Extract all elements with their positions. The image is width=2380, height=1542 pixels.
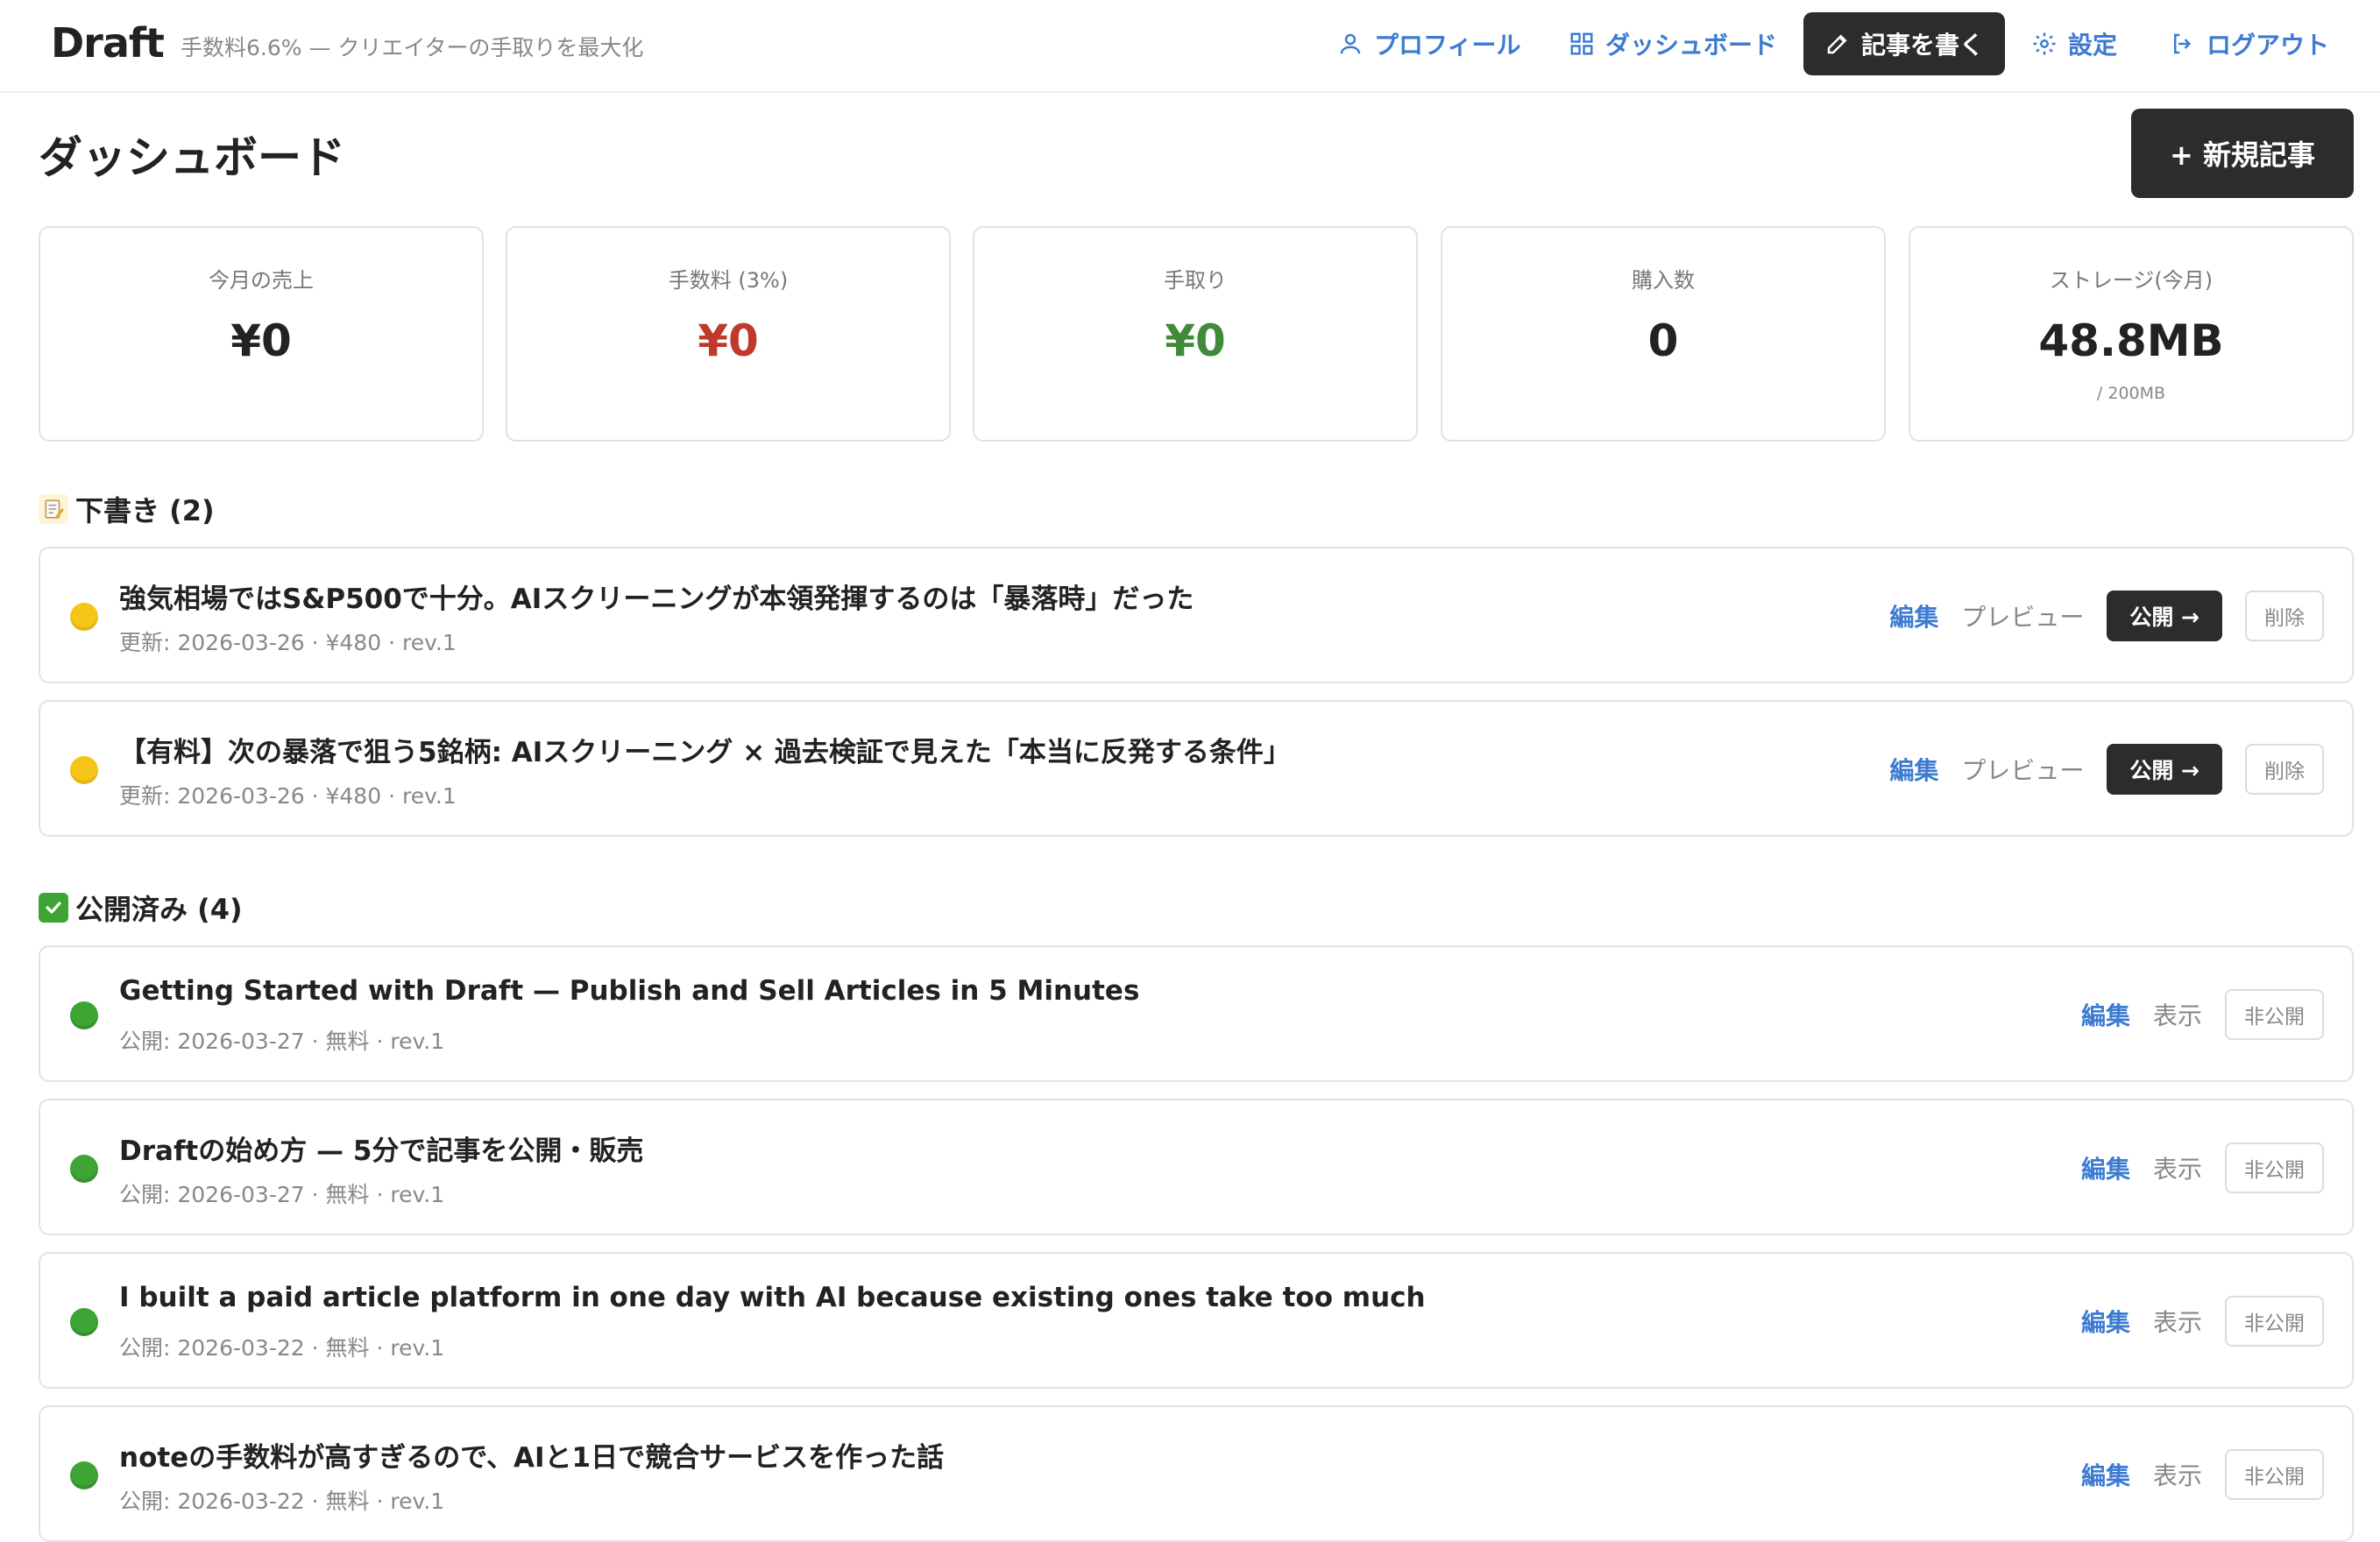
nav-logout-link[interactable]: ログアウト <box>2170 12 2329 75</box>
view-link[interactable]: 表示 <box>2153 1457 2202 1492</box>
stat-value: ¥0 <box>698 315 759 366</box>
delete-button[interactable]: 削除 <box>2245 744 2324 795</box>
published-meta: 公開: 2026-03-22 · 無料 · rev.1 <box>119 1335 445 1361</box>
stat-sub: / 200MB <box>2096 384 2166 403</box>
draft-title[interactable]: 【有料】次の暴落で狙う5銘柄: AIスクリーニング × 過去検証で見えた「本当に… <box>119 730 1291 769</box>
stats-cards: 今月の売上 ¥0 手数料 (3%) ¥0 手取り ¥0 購入数 0 ストレージ(… <box>39 226 2354 442</box>
edit-link[interactable]: 編集 <box>1889 598 1938 633</box>
draft-actions: 編集 プレビュー 公開 → 削除 <box>1889 744 2324 795</box>
draft-meta: 更新: 2026-03-26 · ¥480 · rev.1 <box>119 783 457 809</box>
stat-card-sales: 今月の売上 ¥0 <box>39 226 484 442</box>
edit-link[interactable]: 編集 <box>2081 997 2130 1032</box>
published-actions: 編集 表示 非公開 <box>2081 989 2324 1040</box>
published-title[interactable]: Draftの始め方 — 5分で記事を公開・販売 <box>119 1128 643 1168</box>
draft-meta: 更新: 2026-03-26 · ¥480 · rev.1 <box>119 630 457 655</box>
nav-logout-label: ログアウト <box>2206 31 2330 60</box>
edit-link[interactable]: 編集 <box>1889 752 1938 787</box>
logout-icon <box>2174 33 2192 54</box>
published-title[interactable]: I built a paid article platform in one d… <box>119 1282 1426 1313</box>
published-row: I built a paid article platform in one d… <box>39 1252 2354 1389</box>
stat-label: 購入数 <box>1632 268 1695 293</box>
pencil-icon <box>1827 34 1847 54</box>
published-actions: 編集 表示 非公開 <box>2081 1296 2324 1347</box>
stat-label: 手取り <box>1164 268 1227 293</box>
stat-value: 0 <box>1647 315 1679 366</box>
edit-link[interactable]: 編集 <box>2081 1457 2130 1492</box>
top-navigation-bar: Draft 手数料6.6% — クリエイターの手取りを最大化 プロフィール ダッ… <box>0 0 2380 93</box>
published-actions: 編集 表示 非公開 <box>2081 1142 2324 1193</box>
unpublish-button[interactable]: 非公開 <box>2225 1142 2324 1193</box>
publish-button[interactable]: 公開 → <box>2107 591 2222 641</box>
stat-card-fee: 手数料 (3%) ¥0 <box>506 226 951 442</box>
preview-link[interactable]: プレビュー <box>1961 598 2084 633</box>
check-mark-icon <box>39 893 68 923</box>
stat-label: 今月の売上 <box>209 268 314 293</box>
published-meta: 公開: 2026-03-22 · 無料 · rev.1 <box>119 1489 445 1514</box>
stat-card-net: 手取り ¥0 <box>973 226 1418 442</box>
nav-settings-label: 設定 <box>2068 31 2118 60</box>
published-row: noteの手数料が高すぎるので、AIと1日で競合サービスを作った話 公開: 20… <box>39 1405 2354 1542</box>
stat-value: ¥0 <box>1165 315 1226 366</box>
published-row: Getting Started with Draft — Publish and… <box>39 945 2354 1082</box>
edit-link[interactable]: 編集 <box>2081 1150 2130 1185</box>
stat-label: ストレージ(今月) <box>2049 268 2214 293</box>
stat-card-storage: ストレージ(今月) 48.8MB / 200MB <box>1909 226 2354 442</box>
published-meta: 公開: 2026-03-27 · 無料 · rev.1 <box>119 1182 445 1207</box>
new-article-button[interactable]: + 新規記事 <box>2131 109 2354 198</box>
published-title[interactable]: Getting Started with Draft — Publish and… <box>119 975 1139 1007</box>
delete-button[interactable]: 削除 <box>2245 591 2324 641</box>
nav-dashboard-label: ダッシュボード <box>1605 31 1778 60</box>
view-link[interactable]: 表示 <box>2153 1150 2202 1185</box>
stat-card-purchases: 購入数 0 <box>1441 226 1886 442</box>
published-row: Draftの始め方 — 5分で記事を公開・販売 公開: 2026-03-27 ·… <box>39 1099 2354 1235</box>
published-status-dot <box>70 1001 98 1029</box>
grid-icon <box>1570 32 1593 55</box>
nav-dashboard-link[interactable]: ダッシュボード <box>1569 12 1777 75</box>
nav-write-button[interactable]: 記事を書く <box>1803 12 2006 75</box>
nav-profile-label: プロフィール <box>1374 31 1521 60</box>
gear-icon <box>2033 32 2056 55</box>
view-link[interactable]: 表示 <box>2153 1304 2202 1339</box>
published-status-dot <box>70 1461 98 1489</box>
nav-profile-link[interactable]: プロフィール <box>1337 12 1520 75</box>
draft-status-dot <box>70 603 98 631</box>
drafts-section-label: 下書き (2) <box>75 494 215 527</box>
user-icon <box>1340 33 1361 54</box>
page-title: ダッシュボード <box>39 132 345 183</box>
memo-icon <box>39 494 68 524</box>
drafts-section-title: 下書き (2) <box>39 489 215 529</box>
stat-value: ¥0 <box>230 315 292 366</box>
draft-title[interactable]: 強気相場ではS&P500で十分。AIスクリーニングが本領発揮するのは「暴落時」だ… <box>119 576 1194 616</box>
preview-link[interactable]: プレビュー <box>1961 752 2084 787</box>
nav-write-label: 記事を書く <box>1861 31 1985 60</box>
published-section-title: 公開済み (4) <box>39 888 243 928</box>
view-link[interactable]: 表示 <box>2153 997 2202 1032</box>
unpublish-button[interactable]: 非公開 <box>2225 1449 2324 1500</box>
draft-status-dot <box>70 756 98 784</box>
draft-actions: 編集 プレビュー 公開 → 削除 <box>1889 591 2324 641</box>
unpublish-button[interactable]: 非公開 <box>2225 989 2324 1040</box>
unpublish-button[interactable]: 非公開 <box>2225 1296 2324 1347</box>
stat-label: 手数料 (3%) <box>668 268 789 293</box>
published-section-label: 公開済み (4) <box>75 893 243 926</box>
published-actions: 編集 表示 非公開 <box>2081 1449 2324 1500</box>
draft-row: 強気相場ではS&P500で十分。AIスクリーニングが本領発揮するのは「暴落時」だ… <box>39 547 2354 683</box>
published-meta: 公開: 2026-03-27 · 無料 · rev.1 <box>119 1029 445 1054</box>
publish-button[interactable]: 公開 → <box>2107 744 2222 795</box>
published-title[interactable]: noteの手数料が高すぎるので、AIと1日で競合サービスを作った話 <box>119 1435 944 1475</box>
published-status-dot <box>70 1308 98 1336</box>
nav-settings-link[interactable]: 設定 <box>2031 12 2117 75</box>
published-status-dot <box>70 1155 98 1183</box>
edit-link[interactable]: 編集 <box>2081 1304 2130 1339</box>
stat-value: 48.8MB <box>2038 315 2224 366</box>
draft-row: 【有料】次の暴落で狙う5銘柄: AIスクリーニング × 過去検証で見えた「本当に… <box>39 700 2354 837</box>
nav-menu: プロフィール ダッシュボード 記事を書く 設定 ログアウト <box>0 12 2380 75</box>
